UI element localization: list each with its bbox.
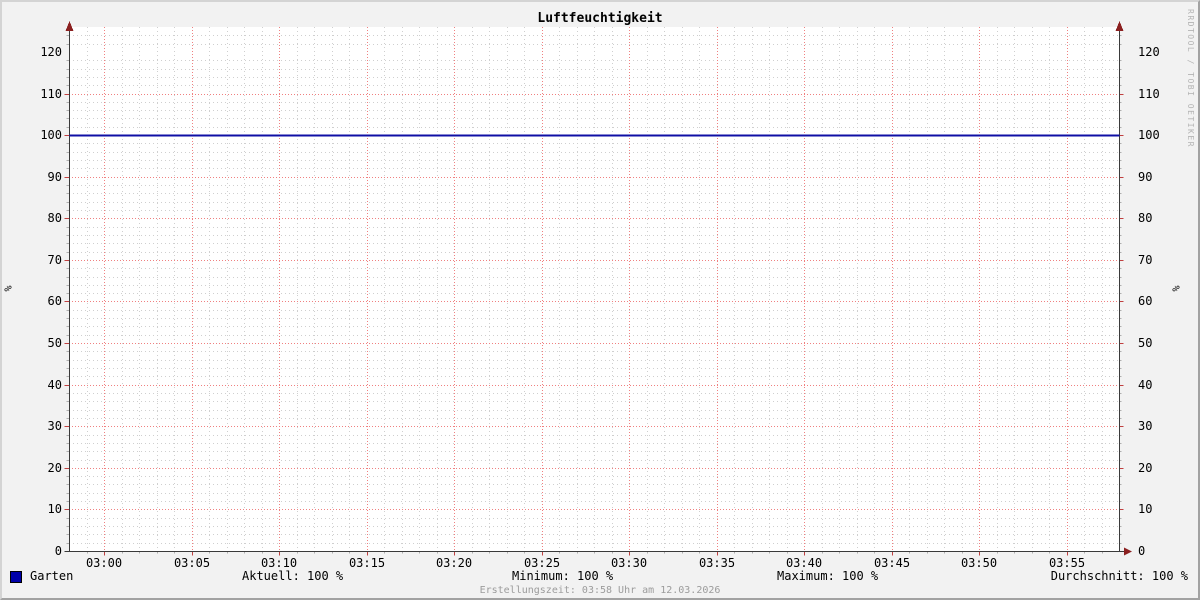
svg-text:03:35: 03:35 [699, 556, 735, 570]
creation-timestamp: Erstellungszeit: 03:58 Uhr am 12.03.2026 [2, 585, 1198, 596]
svg-text:20: 20 [48, 461, 62, 475]
svg-text:90: 90 [1138, 170, 1152, 184]
svg-text:03:30: 03:30 [611, 556, 647, 570]
svg-text:03:40: 03:40 [786, 556, 822, 570]
svg-text:100: 100 [40, 128, 62, 142]
svg-text:80: 80 [1138, 211, 1152, 225]
svg-text:50: 50 [48, 336, 62, 350]
svg-text:80: 80 [48, 211, 62, 225]
svg-text:110: 110 [1138, 87, 1160, 101]
svg-text:60: 60 [1138, 294, 1152, 308]
stat-aktuell: Aktuell: 100 % [242, 569, 343, 583]
svg-text:03:15: 03:15 [349, 556, 385, 570]
svg-text:03:55: 03:55 [1049, 556, 1085, 570]
svg-text:120: 120 [1138, 45, 1160, 59]
svg-text:03:05: 03:05 [174, 556, 210, 570]
svg-text:0: 0 [55, 544, 62, 558]
svg-text:60: 60 [48, 294, 62, 308]
stat-durchschnitt: Durchschnitt: 100 % [1051, 569, 1188, 583]
svg-text:30: 30 [1138, 419, 1152, 433]
chart-plot-area: 0 0 10 10 20 20 30 30 40 40 50 50 60 60 70 70 80 80 90 90 10… [2, 2, 1200, 600]
legend-color-swatch [10, 571, 22, 583]
svg-text:10: 10 [1138, 502, 1152, 516]
svg-text:03:25: 03:25 [524, 556, 560, 570]
svg-text:50: 50 [1138, 336, 1152, 350]
stat-minimum: Minimum: 100 % [512, 569, 613, 583]
svg-text:40: 40 [1138, 378, 1152, 392]
svg-text:10: 10 [48, 502, 62, 516]
svg-text:70: 70 [48, 253, 62, 267]
svg-text:03:50: 03:50 [961, 556, 997, 570]
legend: Garten Aktuell: 100 % Minimum: 100 % Max… [2, 569, 1198, 583]
svg-text:40: 40 [48, 378, 62, 392]
svg-text:03:10: 03:10 [261, 556, 297, 570]
stat-maximum: Maximum: 100 % [777, 569, 878, 583]
svg-text:120: 120 [40, 45, 62, 59]
svg-text:03:20: 03:20 [436, 556, 472, 570]
svg-text:100: 100 [1138, 128, 1160, 142]
svg-text:03:45: 03:45 [874, 556, 910, 570]
svg-text:110: 110 [40, 87, 62, 101]
svg-text:30: 30 [48, 419, 62, 433]
svg-text:90: 90 [48, 170, 62, 184]
rrd-graph-image: Luftfeuchtigkeit RRDTOOL / TOBI OETIKER … [0, 0, 1200, 600]
svg-text:0: 0 [1138, 544, 1145, 558]
svg-text:03:00: 03:00 [86, 556, 122, 570]
svg-text:70: 70 [1138, 253, 1152, 267]
legend-series-label: Garten [30, 569, 73, 583]
svg-text:20: 20 [1138, 461, 1152, 475]
